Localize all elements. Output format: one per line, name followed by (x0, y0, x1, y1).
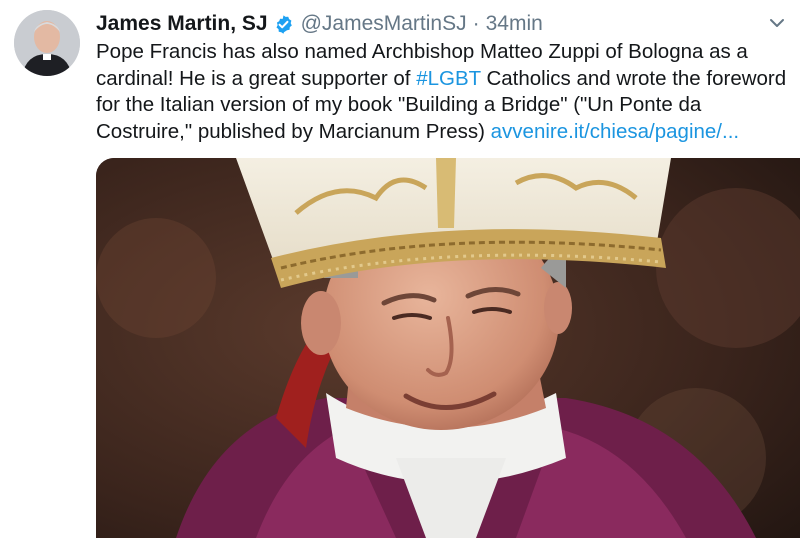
chevron-down-icon[interactable] (766, 12, 788, 34)
tweet-text: Pope Francis has also named Archbishop M… (96, 39, 796, 145)
tweet[interactable]: James Martin, SJ @JamesMartinSJ · 34min … (0, 0, 800, 538)
author-name[interactable]: James Martin, SJ (96, 12, 268, 36)
tweet-header: James Martin, SJ @JamesMartinSJ · 34min (96, 8, 543, 40)
tweet-photo[interactable] (96, 158, 800, 538)
hashtag-link[interactable]: #LGBT (416, 67, 481, 90)
tweet-timestamp[interactable]: 34min (486, 12, 543, 36)
author-handle[interactable]: @JamesMartinSJ (301, 12, 467, 36)
avatar[interactable] (14, 10, 80, 76)
verified-badge-icon (273, 14, 294, 35)
article-link[interactable]: avvenire.it/chiesa/pagine/... (491, 120, 739, 143)
separator-dot: · (472, 12, 480, 35)
